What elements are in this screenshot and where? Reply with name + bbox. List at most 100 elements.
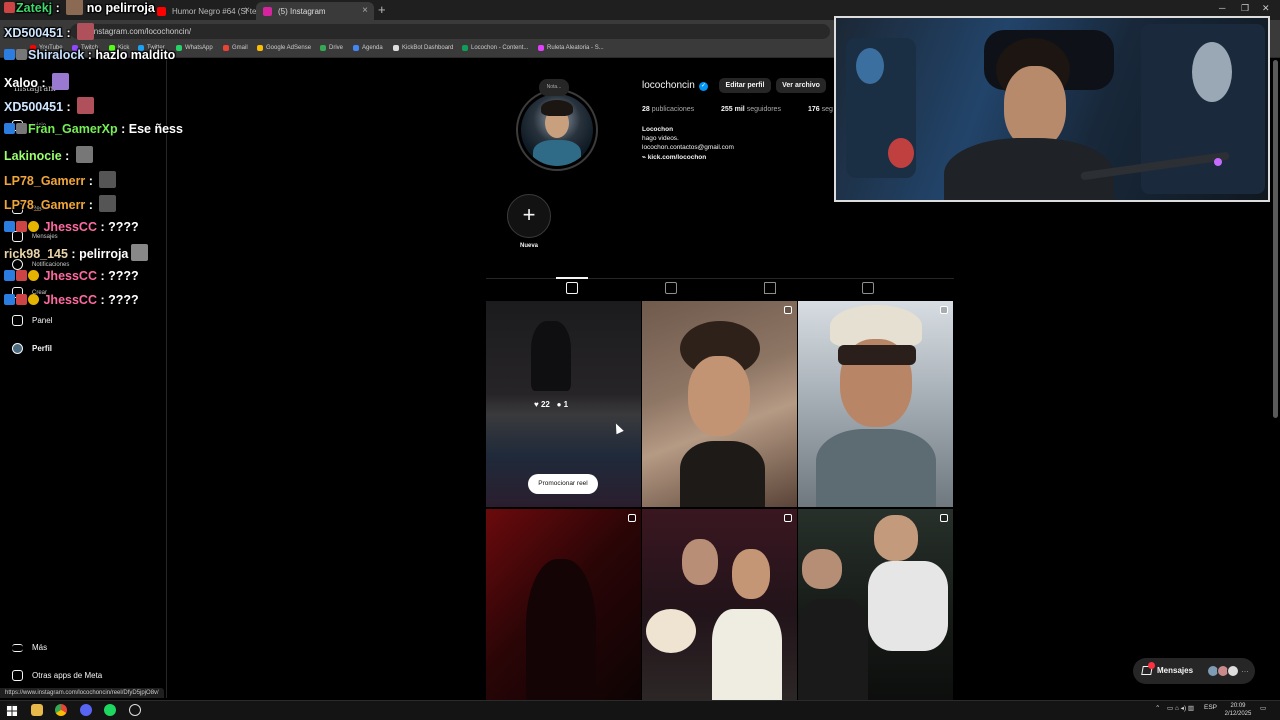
heart-icon: ♥ [534,400,539,409]
chat-message: LP78_Gamerr : [4,171,117,188]
sidebar-item-profile[interactable]: Perfil [10,342,52,356]
chat-message: XD500451 : [4,23,95,40]
file-explorer-icon[interactable] [31,704,43,716]
chat-message: Xaloo : [4,73,70,90]
messages-pill-button[interactable]: Mensajes … [1133,658,1255,684]
bookmark-agenda[interactable]: Agenda [353,45,383,51]
badge-icon [16,49,27,60]
page-scrollbar[interactable] [1273,60,1278,418]
badge-icon [4,294,15,305]
chat-message: rick98_145 : pelirroja [4,244,149,261]
chat-message: JhessCC : ???? [4,269,139,283]
badge-icon [4,2,15,13]
profile-username: locochoncin [642,80,695,91]
grid-post-3[interactable] [798,301,953,507]
followers-count[interactable]: 255 mil seguidores [721,106,781,113]
sidebar-item-panel[interactable]: Panel [10,314,52,328]
chat-message: JhessCC : ???? [4,293,139,307]
close-tab-icon[interactable]: × [362,5,368,16]
start-icon[interactable] [6,704,18,716]
tray-chevron-icon[interactable]: ⌃ [1155,704,1160,712]
bookmark-ruleta[interactable]: Ruleta Aleatoria - S... [538,45,604,51]
profile-avatar[interactable] [521,94,593,166]
promote-reel-button[interactable]: Promocionar reel [528,474,598,494]
badge-icon [4,49,15,60]
badge-icon [4,123,15,134]
reel-icon [940,306,948,314]
reel-icon [784,514,792,522]
comment-icon: ● [556,400,562,409]
posts-grid-tab-icon[interactable] [566,282,578,294]
emote-icon [52,73,70,90]
post-hover-stats: ♥ 22 ● 1 [534,400,569,409]
close-tab-icon[interactable]: × [244,5,250,16]
bookmark-adsense[interactable]: Google AdSense [257,45,311,51]
following-count[interactable]: 176 seg [808,106,833,113]
bookmark-whatsapp[interactable]: WhatsApp [176,45,213,51]
posts-count: 28 publicaciones [642,106,695,113]
bookmark-locochon[interactable]: Locochon - Content... [462,45,528,51]
saved-tab-icon[interactable] [764,282,776,294]
tagged-tab-icon[interactable] [862,282,874,294]
chart-icon [12,315,23,326]
badge-icon [28,294,39,305]
bookmark-gmail[interactable]: Gmail [223,45,248,51]
tray-icons[interactable]: ▭ ⌂ ◂) ▥ [1167,704,1194,712]
bookmark-kickbot[interactable]: KickBot Dashboard [393,45,453,51]
bio-email: locochon.contactos@gmail.com [642,144,734,151]
notification-center-icon[interactable]: ▭ [1260,704,1266,712]
reels-tab-icon[interactable] [665,282,677,294]
emote-icon [131,244,149,261]
minimize-icon[interactable]: ─ [1219,3,1225,13]
chrome-icon[interactable] [55,704,67,716]
chat-message: JhessCC : ???? [4,220,139,234]
emote-icon [99,171,117,188]
instagram-icon [263,7,272,16]
grid-post-5[interactable] [642,509,797,715]
spotify-icon[interactable] [104,704,116,716]
language-indicator[interactable]: ESP [1204,704,1217,711]
calendar-icon [353,45,359,51]
browser-tab-humor[interactable]: Humor Negro #64 (Si te ri × [150,2,256,20]
obs-icon[interactable] [129,704,141,716]
grid-post-6[interactable] [798,509,953,715]
edit-profile-button[interactable]: Editar perfil [719,78,771,93]
new-highlight-button[interactable]: + [507,194,551,238]
active-tab-indicator [556,277,588,279]
chat-message: LP78_Gamerr : [4,195,117,212]
emote-icon [66,0,84,15]
kickbot-icon [393,45,399,51]
chat-message: Lakinocie : [4,146,93,163]
badge-icon [16,221,27,232]
more-icon: … [1241,665,1249,674]
reel-icon [784,306,792,314]
bio-link[interactable]: ⌁ kick.com/locochon [642,153,706,161]
display-name: Locochon [642,126,674,133]
badge-icon [4,221,15,232]
adsense-icon [257,45,263,51]
sidebar-item-meta-apps[interactable]: Otras apps de Meta [10,669,102,683]
wheel-icon [538,45,544,51]
grid-post-2[interactable] [642,301,797,507]
new-tab-button[interactable]: + [378,2,386,17]
chat-message: XD500451 : [4,97,95,114]
notification-dot [1148,662,1155,669]
reel-icon [940,514,948,522]
close-window-icon[interactable]: ✕ [1262,3,1270,14]
note-bubble[interactable]: Nota... [539,79,569,96]
address-bar[interactable]: instagram.com/locochoncin/ [70,24,830,39]
drive-icon [320,45,326,51]
badge-icon [16,294,27,305]
grid-post-1[interactable]: ♥ 22 ● 1 Promocionar reel [486,301,641,507]
bookmark-drive[interactable]: Drive [320,45,343,51]
view-archive-button[interactable]: Ver archivo [776,78,826,93]
taskbar-clock[interactable]: 20:09 2/12/2025 [1222,702,1254,718]
discord-icon[interactable] [80,704,92,716]
grid-post-4[interactable] [486,509,641,715]
badge-icon [16,270,27,281]
sheet-icon [462,45,468,51]
meta-apps-icon [12,670,23,681]
browser-tab-instagram[interactable]: (5) Instagram × [256,2,374,20]
maximize-icon[interactable]: ❐ [1241,3,1249,14]
sidebar-item-more[interactable]: Más [10,641,47,655]
